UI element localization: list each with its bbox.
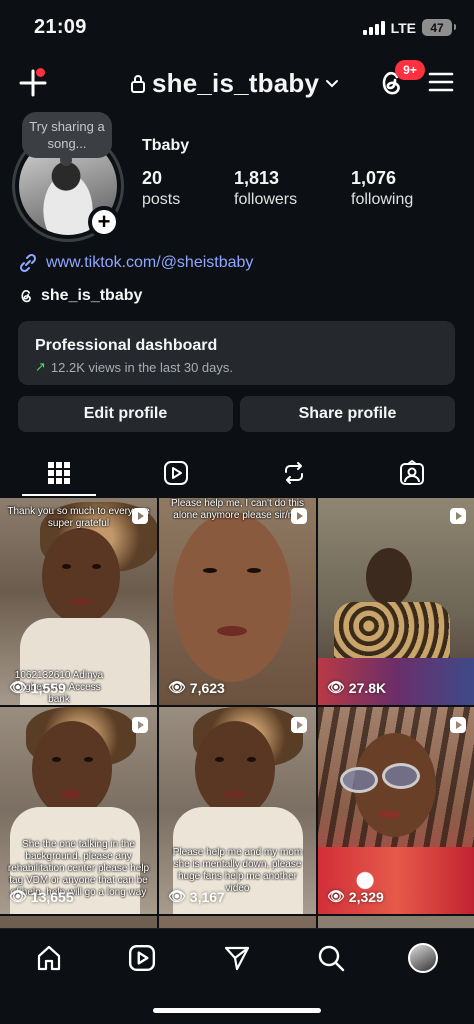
stat-label: posts [142,191,181,208]
notification-badge: 9+ [395,60,425,80]
post-tile[interactable]: Please help me and my mom she is mentall… [159,707,316,914]
status-bar: 21:09 LTE 47 [0,0,474,56]
reels-icon [128,944,156,972]
post-caption: Thank you so much to everyone super grat… [7,506,150,529]
eye-icon: 👁 [168,679,186,695]
dashboard-subtitle: ↗ 12.2K views in the last 30 days. [35,359,455,375]
signal-icon [362,20,385,35]
reposts-icon [285,462,303,484]
post-tile-partial[interactable] [318,916,474,928]
nav-reels[interactable] [127,943,157,973]
view-count: 👁 3,167 [168,888,225,905]
profile-avatar-icon [408,943,438,973]
view-count: 👁 13,655 [9,888,74,905]
tab-reposts[interactable] [275,454,313,492]
threads-handle: she_is_tbaby [41,287,143,304]
eye-icon: 👁 [327,888,345,904]
post-tile[interactable]: 👁 2,329 [318,707,474,914]
eye-icon: 👁 [327,679,345,695]
battery-icon: 47 [422,19,456,36]
share-profile-button[interactable]: Share profile [240,396,455,432]
threads-badge[interactable]: she_is_tbaby [18,287,142,305]
reel-indicator-icon [132,508,148,524]
lock-icon [131,74,145,93]
edit-profile-button[interactable]: Edit profile [18,396,233,432]
view-count: 👁 2,329 [327,888,384,905]
chevron-down-icon [326,79,339,87]
add-story-icon[interactable]: + [88,206,120,238]
link-icon [19,253,37,273]
network-label: LTE [390,19,416,36]
post-tile[interactable]: Please help me, I can't do this alone an… [159,498,316,705]
professional-dashboard[interactable]: Professional dashboard ↗ 12.2K views in … [18,321,455,385]
view-count: 👁 27.8K [327,679,387,696]
tab-grid[interactable] [40,454,78,492]
active-tab-indicator [22,494,96,496]
note-bubble[interactable]: Try sharing a song... [22,112,112,166]
tab-tagged[interactable] [393,454,431,492]
eye-icon: 👁 [9,679,27,695]
status-indicators: LTE 47 [362,19,456,36]
reel-indicator-icon [450,508,466,524]
bio-link[interactable]: www.tiktok.com/@sheistbaby [18,253,253,273]
post-tile[interactable]: 👁 27.8K [318,498,474,705]
profile-header: she_is_tbaby 9+ [0,56,474,112]
nav-profile[interactable] [408,943,438,973]
stat-followers[interactable]: 1,813 followers [234,168,297,209]
reel-indicator-icon [291,508,307,524]
view-count: 👁 7,623 [168,679,225,696]
dashboard-title: Professional dashboard [35,337,218,354]
post-caption: Please help me, I can't do this alone an… [170,498,305,521]
stat-number: 20 [142,168,163,188]
home-icon [37,945,61,971]
menu-icon[interactable] [428,70,454,94]
stat-number: 1,813 [234,168,280,188]
threads-small-icon [21,290,31,303]
send-icon [224,946,250,971]
link-text: www.tiktok.com/@sheistbaby [46,254,254,271]
trend-up-icon: ↗ [35,359,46,374]
home-indicator [153,1008,321,1013]
dashboard-views: 12.2K views in the last 30 days. [50,359,234,375]
view-count: 👁 1,559 [9,679,66,696]
search-icon [318,945,345,972]
create-notification-dot [36,68,45,77]
post-tile[interactable]: She the one talking in the background, p… [0,707,157,914]
tab-reels[interactable] [157,454,195,492]
header-username: she_is_tbaby [152,68,320,98]
reels-icon [164,461,188,485]
stat-number: 1,076 [351,168,397,188]
post-tile-partial[interactable] [0,916,157,928]
stat-following[interactable]: 1,076 following [351,168,413,209]
reel-indicator-icon [450,717,466,733]
stat-label: following [351,191,414,208]
tagged-icon [400,460,424,485]
account-switcher[interactable]: she_is_tbaby [130,68,339,99]
grid-icon [48,462,70,484]
stat-label: followers [234,191,298,208]
eye-icon: 👁 [168,888,186,904]
reel-indicator-icon [291,717,307,733]
nav-messages[interactable] [222,943,252,973]
display-name: Tbaby [142,137,190,154]
status-time: 21:09 [34,16,87,38]
nav-search[interactable] [316,943,346,973]
posts-grid: Thank you so much to everyone super grat… [0,498,474,928]
stat-posts[interactable]: 20 posts [142,168,180,209]
post-tile[interactable]: Thank you so much to everyone super grat… [0,498,157,705]
eye-icon: 👁 [9,888,27,904]
nav-home[interactable] [34,943,64,973]
reel-indicator-icon [132,717,148,733]
post-tile-partial[interactable] [159,916,316,928]
